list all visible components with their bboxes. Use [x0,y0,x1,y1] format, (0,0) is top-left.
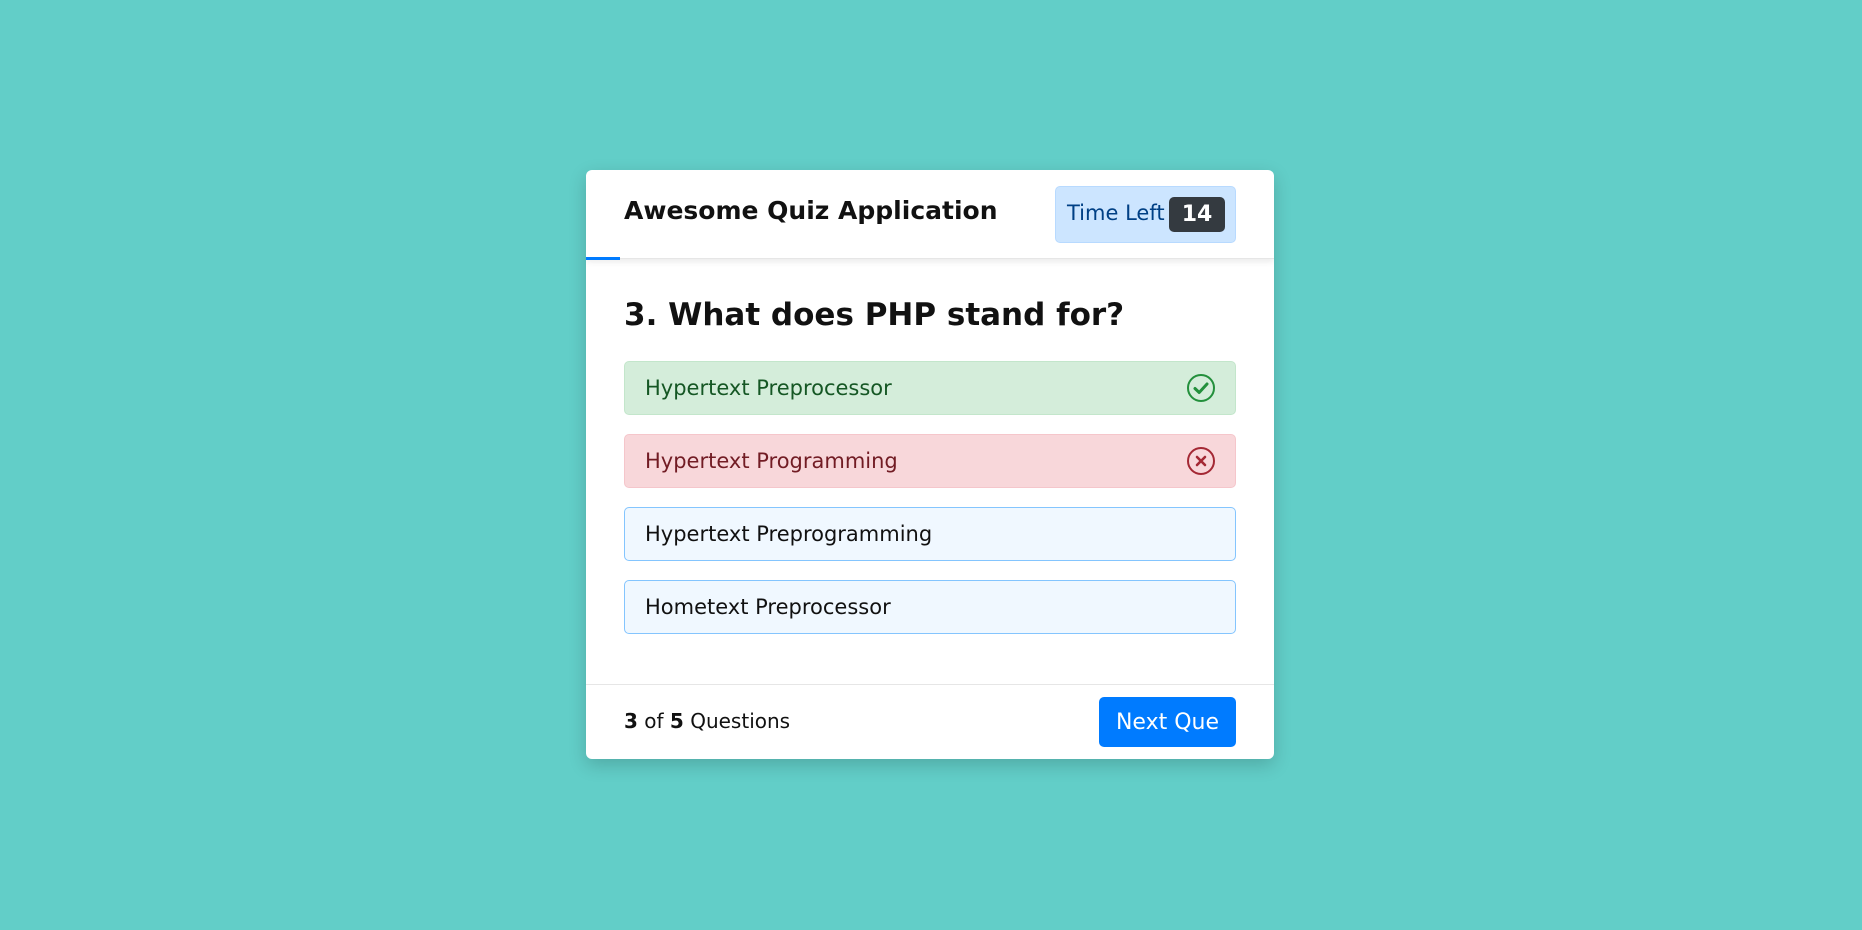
option-label: Hypertext Preprogramming [645,522,933,546]
timer-label: Time Left [1067,201,1165,225]
question-text: 3. What does PHP stand for? [624,297,1125,333]
option-2[interactable]: Hypertext Programming [624,434,1236,488]
quiz-section: 3. What does PHP stand for? Hypertext Pr… [586,259,1274,634]
option-label: Hometext Preprocessor [645,595,891,619]
question-counter: 3 of 5 Questions [624,709,790,733]
counter-of: of [644,709,664,733]
quiz-box: Awesome Quiz Application Time Left 14 3.… [586,170,1274,759]
option-3[interactable]: Hypertext Preprogramming [624,507,1236,561]
app-title: Awesome Quiz Application [624,196,998,225]
quiz-footer: 3 of 5 Questions Next Que [586,684,1274,759]
option-list: Hypertext Preprocessor Hypertext Program… [624,361,1236,634]
quiz-header: Awesome Quiz Application Time Left 14 [586,170,1274,260]
option-label: Hypertext Preprocessor [645,376,892,400]
option-1[interactable]: Hypertext Preprocessor [624,361,1236,415]
check-circle-icon [1187,374,1215,402]
option-label: Hypertext Programming [645,449,898,473]
timer-seconds: 14 [1169,197,1225,232]
option-4[interactable]: Hometext Preprocessor [624,580,1236,634]
counter-suffix: Questions [690,709,791,733]
timer: Time Left 14 [1055,186,1236,243]
current-question-number: 3 [624,709,638,733]
next-question-button[interactable]: Next Que [1099,697,1236,747]
total-questions-number: 5 [669,709,684,733]
x-circle-icon [1187,447,1215,475]
